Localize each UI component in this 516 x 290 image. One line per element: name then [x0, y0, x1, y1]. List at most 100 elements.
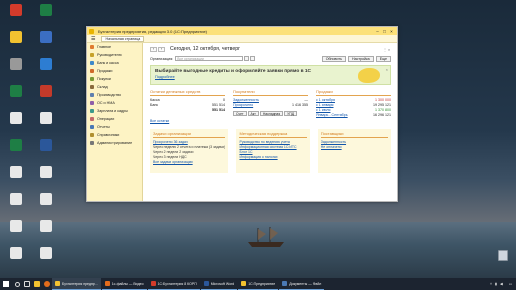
desktop-shortcut[interactable]	[32, 193, 60, 219]
desktop-shortcut[interactable]	[2, 166, 30, 192]
money-all-link[interactable]: Все остатки	[150, 119, 225, 123]
taskbar-app-label: Документы — Файл	[289, 281, 322, 286]
search-icon[interactable]	[12, 278, 22, 290]
task-view-icon[interactable]	[22, 278, 32, 290]
desktop-shortcut[interactable]	[32, 31, 60, 57]
sidebar-item[interactable]: Продажи	[87, 67, 142, 75]
back-button[interactable]: ‹	[150, 46, 157, 52]
desktop-shortcut[interactable]	[2, 220, 30, 246]
desktop-shortcut[interactable]	[32, 166, 60, 192]
sidebar-item[interactable]: Справочники	[87, 131, 142, 139]
taskbar-app-button[interactable]: 1с-файлы — Видео	[101, 278, 147, 290]
desktop-shortcut[interactable]	[32, 220, 60, 246]
sidebar-item[interactable]: Банк и касса	[87, 59, 142, 67]
start-button[interactable]	[0, 278, 12, 290]
buyers-row-label[interactable]: Просрочено	[233, 103, 253, 108]
sidebar-item[interactable]: Покупки	[87, 75, 142, 83]
settings-button[interactable]: Настройка	[347, 55, 374, 62]
supply-card: Поставщики Задолженность Не оплачено	[317, 129, 392, 173]
recycle-bin-shortcut[interactable]	[492, 250, 514, 274]
method-line[interactable]: Информация о налогах	[239, 155, 306, 160]
desktop-shortcut[interactable]	[32, 112, 60, 138]
sales-row-label[interactable]: Январь - Сентябрь	[316, 113, 348, 118]
sales-row-value: 16 296 121	[373, 113, 391, 117]
forward-button[interactable]: ›	[158, 46, 165, 52]
org-select-input[interactable]: Все организации	[175, 56, 244, 61]
desktop-shortcut[interactable]	[2, 31, 30, 57]
org-open-button[interactable]	[250, 56, 256, 61]
taskbar-app-button[interactable]: 1С:Бухгалтерия 8 КОРП	[147, 278, 200, 290]
desktop-shortcut[interactable]	[2, 58, 30, 84]
desktop-shortcut[interactable]	[2, 4, 30, 30]
desktop-shortcut[interactable]	[2, 139, 30, 165]
banner-link[interactable]: Подробнее	[155, 75, 386, 79]
close-window-button[interactable]: ×	[388, 29, 395, 34]
create-document-button[interactable]: Накладная	[259, 111, 284, 116]
taskbar-app-button[interactable]: Бухгалтерия предпр...	[52, 278, 101, 290]
shortcut-icon	[40, 85, 52, 97]
desktop-shortcut[interactable]	[2, 112, 30, 138]
more-button[interactable]: Еще	[375, 55, 391, 62]
taskbar-app-button[interactable]: 1С:Предприятие	[238, 278, 279, 290]
file-explorer-icon[interactable]	[32, 278, 42, 290]
create-document-button[interactable]: Счет	[233, 111, 247, 116]
promo-banner: Выбирайте выгодные кредиты и оформляйте …	[150, 65, 391, 85]
org-dropdown-button[interactable]	[244, 56, 250, 61]
desktop-shortcut[interactable]	[2, 247, 30, 273]
org-label: Организация:	[150, 56, 174, 61]
create-document-button[interactable]: Акт	[247, 111, 259, 116]
banner-close-icon[interactable]: ×	[386, 67, 388, 72]
desktop-icon-area	[0, 0, 60, 278]
notifications-icon[interactable]: ▭	[509, 282, 512, 286]
sidebar-item-icon	[90, 45, 94, 49]
sidebar-item[interactable]: Администрирование	[87, 139, 142, 147]
close-page-icon[interactable]: ×	[387, 47, 391, 52]
taskbar-app-button[interactable]: Документы — Файл	[279, 278, 325, 290]
taskbar-app-icon	[203, 281, 209, 286]
refresh-button[interactable]: Обновить	[321, 55, 346, 62]
desktop-shortcut[interactable]	[2, 193, 30, 219]
buyers-row[interactable]: Просрочено 1 416 355	[233, 103, 308, 108]
create-document-button[interactable]: УПД	[284, 111, 298, 116]
taskbar-app-label: Бухгалтерия предпр...	[62, 281, 98, 286]
menu-grid-icon[interactable]: ☰	[91, 36, 95, 42]
sidebar-item-icon	[90, 101, 94, 105]
chevron-up-icon[interactable]: ˄	[490, 282, 492, 286]
desktop-shortcut[interactable]	[32, 247, 60, 273]
buyers-head: Покупатели	[233, 89, 308, 96]
taskbar-app-button[interactable]: Microsoft Word	[200, 278, 238, 290]
method-head: Методическая поддержка	[239, 131, 307, 138]
recycle-bin-icon	[498, 250, 508, 261]
sidebar-item[interactable]: Главное	[87, 43, 142, 51]
sidebar-item[interactable]: ОС и НМА	[87, 99, 142, 107]
network-icon[interactable]: ▮	[495, 282, 497, 286]
desktop-shortcut[interactable]	[32, 4, 60, 30]
sidebar-item[interactable]: Зарплата и кадры	[87, 107, 142, 115]
sidebar-item-icon	[90, 85, 94, 89]
tab-bar: ☰ Начальная страница	[87, 35, 397, 43]
sidebar-item[interactable]: Склад	[87, 83, 142, 91]
browser-icon[interactable]	[42, 278, 52, 290]
sidebar-item[interactable]: Производство	[87, 91, 142, 99]
system-tray: ˄ ▮ ◀ ▭	[490, 282, 516, 286]
taskbar-app-icon	[282, 281, 288, 286]
shortcut-icon	[40, 166, 52, 178]
desktop-shortcut[interactable]	[32, 85, 60, 111]
minimize-button[interactable]: –	[374, 29, 381, 34]
sidebar-item-icon	[90, 141, 94, 145]
desktop-shortcut[interactable]	[2, 85, 30, 111]
tasks-line[interactable]: Все задачи организации	[153, 160, 225, 165]
maximize-button[interactable]: □	[381, 29, 388, 34]
sales-row[interactable]: Январь - Сентябрь 16 296 121	[316, 113, 391, 118]
desktop-shortcut[interactable]	[32, 58, 60, 84]
tab-home[interactable]: Начальная страница	[101, 35, 145, 42]
sidebar-item-label: ОС и НМА	[97, 101, 115, 105]
supply-line[interactable]: Не оплачено	[321, 145, 388, 150]
sidebar-item[interactable]: Операции	[87, 115, 142, 123]
sidebar-item[interactable]: Руководителю	[87, 51, 142, 59]
sidebar-item[interactable]: Отчеты	[87, 123, 142, 131]
desktop-shortcut[interactable]	[32, 139, 60, 165]
volume-icon[interactable]: ◀	[500, 282, 503, 286]
buyers-buttons: Счет Акт Накладная УПД	[233, 111, 308, 116]
tasks-head: Задачи организации	[153, 131, 226, 138]
